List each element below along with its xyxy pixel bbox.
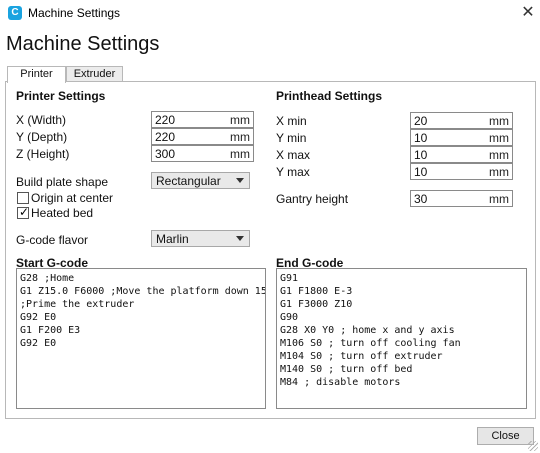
- y-max-unit: mm: [489, 165, 509, 179]
- gcode-flavor-label: G-code flavor: [16, 233, 89, 247]
- build-plate-shape-select[interactable]: Rectangular: [151, 172, 250, 189]
- z-height-field[interactable]: 300 mm: [151, 145, 254, 162]
- gcode-line: G28 X0 Y0 ; home x and y axis: [280, 325, 455, 336]
- gcode-line: M140 S0 ; turn off bed: [280, 364, 413, 375]
- y-depth-unit: mm: [230, 130, 250, 144]
- y-min-value: 10: [414, 131, 428, 145]
- gcode-line: M106 S0 ; turn off cooling fan: [280, 338, 461, 349]
- chevron-down-icon: [236, 236, 244, 241]
- cura-app-icon: C: [8, 6, 22, 20]
- gcode-line: G90: [280, 312, 299, 323]
- x-width-field[interactable]: 220 mm: [151, 111, 254, 128]
- chevron-down-icon: [236, 178, 244, 183]
- build-plate-shape-value: Rectangular: [156, 174, 221, 188]
- origin-at-center-checkbox[interactable]: [17, 192, 29, 204]
- tab-extruder[interactable]: Extruder: [66, 66, 123, 82]
- gcode-line: M104 S0 ; turn off extruder: [280, 351, 443, 362]
- x-width-value: 220: [155, 113, 176, 127]
- close-button[interactable]: Close: [477, 427, 534, 445]
- origin-at-center-label: Origin at center: [31, 191, 114, 205]
- resize-grip[interactable]: [528, 441, 538, 451]
- x-min-field[interactable]: 20 mm: [410, 112, 513, 129]
- gcode-line: G1 Z15.0 F6000 ;Move the platform down 1…: [20, 286, 266, 297]
- x-min-label: X min: [276, 114, 307, 128]
- heated-bed-checkbox[interactable]: [17, 205, 29, 219]
- gantry-height-label: Gantry height: [276, 192, 349, 206]
- y-depth-field[interactable]: 220 mm: [151, 128, 254, 145]
- gcode-line: G28 ;Home: [20, 273, 75, 284]
- gantry-height-field[interactable]: 30 mm: [410, 190, 513, 207]
- y-depth-label: Y (Depth): [16, 130, 68, 144]
- gantry-height-value: 30: [414, 192, 428, 206]
- x-min-unit: mm: [489, 114, 509, 128]
- y-depth-value: 220: [155, 130, 176, 144]
- x-max-field[interactable]: 10 mm: [410, 146, 513, 163]
- x-max-label: X max: [276, 148, 311, 162]
- x-min-value: 20: [414, 114, 428, 128]
- printer-settings-title: Printer Settings: [16, 89, 106, 103]
- gcode-flavor-value: Marlin: [156, 232, 189, 246]
- y-max-field[interactable]: 10 mm: [410, 163, 513, 180]
- z-height-value: 300: [155, 147, 176, 161]
- y-min-unit: mm: [489, 131, 509, 145]
- dialog-title: Machine Settings: [6, 33, 160, 55]
- gcode-line: G91: [280, 273, 299, 284]
- y-min-field[interactable]: 10 mm: [410, 129, 513, 146]
- build-plate-shape-label: Build plate shape: [16, 175, 109, 189]
- tab-printer[interactable]: Printer: [7, 66, 66, 83]
- window-close-icon[interactable]: ✕: [518, 3, 538, 23]
- z-height-label: Z (Height): [16, 147, 70, 161]
- z-height-unit: mm: [230, 147, 250, 161]
- y-max-label: Y max: [276, 165, 310, 179]
- y-max-value: 10: [414, 165, 428, 179]
- gcode-line: G1 F3000 Z10: [280, 299, 353, 310]
- x-width-label: X (Width): [16, 113, 67, 127]
- gcode-line: ;Prime the extruder: [20, 299, 135, 310]
- gcode-line: M84 ; disable motors: [280, 377, 401, 388]
- gcode-line: G92 E0: [20, 338, 57, 349]
- y-min-label: Y min: [276, 131, 307, 145]
- gcode-flavor-select[interactable]: Marlin: [151, 230, 250, 247]
- window-title: Machine Settings: [28, 6, 121, 20]
- gantry-height-unit: mm: [489, 192, 509, 206]
- x-max-value: 10: [414, 148, 428, 162]
- heated-bed-label: Heated bed: [31, 206, 94, 220]
- end-gcode-editor[interactable]: G91 G1 F1800 E-3 G1 F3000 Z10 G90 G28 X0…: [276, 268, 527, 409]
- x-width-unit: mm: [230, 113, 250, 127]
- gcode-line: G1 F200 E3: [20, 325, 81, 336]
- gcode-line: G92 E0: [20, 312, 57, 323]
- printhead-settings-title: Printhead Settings: [276, 89, 383, 103]
- start-gcode-editor[interactable]: G28 ;Home G1 Z15.0 F6000 ;Move the platf…: [16, 268, 266, 409]
- x-max-unit: mm: [489, 148, 509, 162]
- gcode-line: G1 F1800 E-3: [280, 286, 353, 297]
